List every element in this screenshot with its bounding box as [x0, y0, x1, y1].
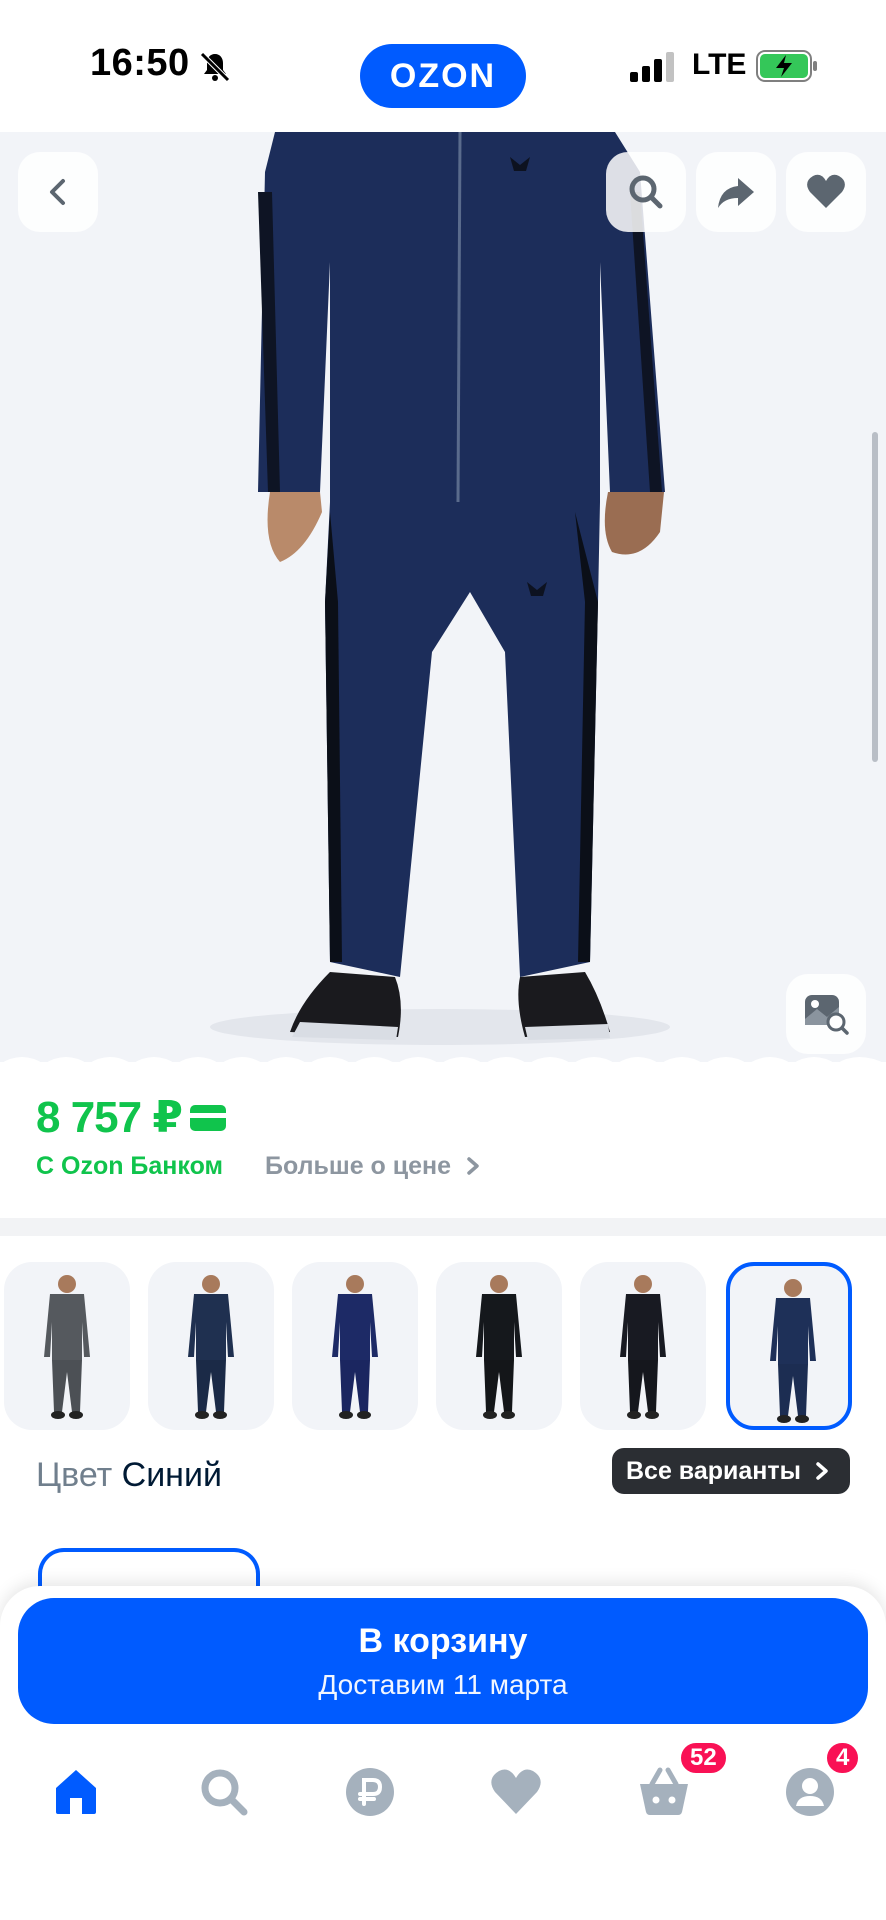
more-about-price-link[interactable]: Больше о цене [265, 1152, 482, 1181]
add-to-cart-button[interactable]: В корзину Доставим 11 марта [18, 1598, 868, 1724]
add-to-cart-label: В корзину [358, 1621, 528, 1660]
color-label: Цвет Синий [36, 1456, 222, 1495]
cart-count-badge: 52 [678, 1740, 729, 1776]
variant-thumbnail[interactable] [436, 1262, 562, 1430]
network-type: LTE [692, 48, 747, 81]
product-image-gallery[interactable] [0, 132, 886, 1072]
more-about-price-label: Больше о цене [265, 1152, 452, 1180]
variant-thumbnail[interactable] [148, 1262, 274, 1430]
back-button[interactable] [18, 152, 98, 232]
section-divider [0, 1218, 886, 1236]
favorites-icon [491, 1769, 541, 1814]
variant-photo [188, 1275, 234, 1419]
variant-thumbnail[interactable] [292, 1262, 418, 1430]
all-variants-label: Все варианты [626, 1456, 801, 1485]
muted-bell-icon [200, 52, 230, 82]
variant-thumbnail[interactable] [580, 1262, 706, 1430]
heart-icon [807, 174, 845, 208]
color-label-text: Цвет [36, 1456, 113, 1494]
variant-thumbnail[interactable] [4, 1262, 130, 1430]
nav-search[interactable] [196, 1764, 252, 1820]
status-bar: 16:50 OZON LTE [0, 0, 886, 132]
share-icon [718, 178, 754, 208]
nav-cart[interactable] [636, 1764, 692, 1820]
share-button[interactable] [696, 152, 776, 232]
variant-thumbnail[interactable] [726, 1262, 852, 1430]
color-value: Синий [121, 1456, 222, 1494]
price-value: 8 757 ₽ [36, 1093, 183, 1142]
search-icon [629, 175, 663, 209]
ozon-logo: OZON [360, 44, 526, 108]
nav-profile[interactable] [782, 1764, 838, 1820]
variant-photo [332, 1275, 378, 1419]
battery-charging-icon [756, 50, 817, 82]
variant-photo [476, 1275, 522, 1419]
search-icon [201, 1769, 248, 1816]
favorite-button[interactable] [786, 152, 866, 232]
home-icon [56, 1770, 96, 1814]
profile-notification-badge: 4 [824, 1740, 862, 1776]
product-photo [210, 132, 670, 1045]
cart-icon [640, 1767, 688, 1815]
ruble-icon [346, 1768, 394, 1816]
bank-card-icon [190, 1105, 226, 1131]
image-search-button[interactable] [786, 974, 866, 1054]
variant-photo [770, 1279, 816, 1423]
variant-photo [44, 1275, 90, 1419]
chevron-right-icon [467, 1157, 479, 1175]
nav-finance[interactable] [342, 1764, 398, 1820]
all-variants-button[interactable]: Все варианты [612, 1448, 850, 1494]
search-button[interactable] [606, 152, 686, 232]
signal-icon [630, 52, 674, 82]
ozon-bank-label: С Ozon Банком [36, 1152, 224, 1180]
profile-icon [786, 1768, 834, 1816]
nav-favorites[interactable] [488, 1764, 544, 1820]
status-time: 16:50 [90, 42, 190, 84]
back-icon [50, 179, 65, 205]
variant-photo [620, 1275, 666, 1419]
gallery-scrollbar [872, 432, 878, 762]
delivery-date-label: Доставим 11 марта [318, 1668, 568, 1700]
nav-home[interactable] [48, 1764, 104, 1820]
image-search-icon [805, 995, 849, 1035]
chevron-right-icon [816, 1462, 828, 1480]
